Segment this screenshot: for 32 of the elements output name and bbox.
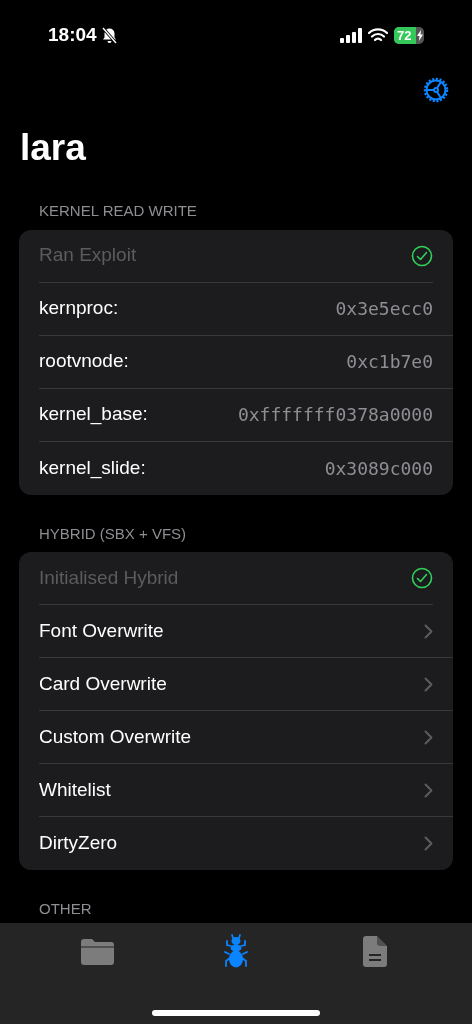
chevron-right-icon: [424, 836, 433, 851]
section-header: OTHER: [38, 899, 93, 919]
chevron-right-icon: [424, 729, 433, 745]
row-label: kernel_slide:: [39, 455, 146, 481]
folder-icon[interactable]: [80, 937, 114, 965]
document-icon[interactable]: [362, 935, 387, 967]
status-time: 18:04: [48, 22, 97, 47]
list-row[interactable]: Card Overwrite: [39, 658, 453, 711]
list-row[interactable]: Font Overwrite: [39, 605, 453, 658]
bug-icon[interactable]: [223, 934, 249, 968]
row-label: Initialised Hybrid: [39, 565, 179, 590]
list-row[interactable]: Whitelist: [39, 764, 453, 817]
row-value: 0xfffffff0378a0000: [237, 403, 433, 427]
row-label: kernproc:: [39, 296, 119, 321]
row-label: rootvnode:: [39, 349, 129, 374]
chevron-right-icon: [424, 782, 433, 798]
page-title: lara: [19, 126, 87, 170]
signal-icon: [340, 27, 362, 43]
chevron-right-icon: [424, 623, 433, 639]
row-value: 0x3e5ecc0: [335, 297, 433, 321]
list-row[interactable]: Custom Overwrite: [39, 711, 453, 764]
section-header: HYBRID (SBX + VFS): [38, 523, 188, 544]
battery-indicator: 72: [394, 26, 424, 44]
list-row[interactable]: DirtyZero: [39, 817, 453, 870]
row-value: 0xc1b7e0: [346, 350, 433, 374]
row-label: kernel_base:: [39, 402, 148, 427]
settings-icon[interactable]: [422, 76, 450, 104]
row-value: 0x3089c000: [324, 456, 433, 481]
row-label: Ran Exploit: [39, 243, 137, 268]
section-header: KERNEL READ WRITE: [38, 201, 198, 221]
wifi-icon: [368, 27, 388, 43]
chevron-right-icon: [424, 676, 433, 692]
